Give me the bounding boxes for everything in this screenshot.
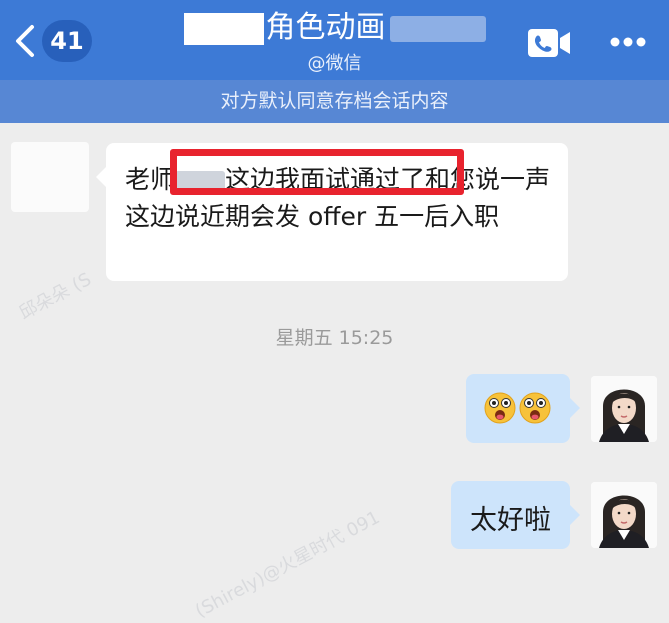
message-prefix: 老师	[125, 165, 176, 194]
outgoing-text-bubble[interactable]: 太好啦	[451, 481, 580, 549]
watermark-text: 邱朵朵 (S	[15, 268, 95, 325]
video-call-icon[interactable]	[527, 28, 571, 58]
self-avatar[interactable]	[591, 482, 657, 548]
chat-title-text: 角色动画	[265, 10, 386, 45]
outgoing-emoji-bubble[interactable]	[466, 374, 580, 443]
message-timestamp: 星期五 15:25	[275, 327, 394, 349]
wow-face-emoji	[519, 392, 551, 424]
consent-notice: 对方默认同意存档会话内容	[0, 80, 669, 123]
wow-face-emoji	[484, 392, 516, 424]
title-redaction	[183, 12, 264, 45]
more-options-icon[interactable]	[610, 36, 646, 48]
chat-header: 41 角色动画 @微信	[0, 0, 669, 80]
wow-face-emoji-pair	[484, 392, 551, 424]
self-avatar[interactable]	[591, 376, 657, 442]
watermark-text: (Shirely)@火星时代 091	[191, 506, 384, 623]
title-blur	[389, 15, 486, 42]
contact-avatar[interactable]	[11, 142, 89, 212]
red-highlight-box	[170, 149, 464, 195]
reply-text: 太好啦	[470, 505, 551, 536]
